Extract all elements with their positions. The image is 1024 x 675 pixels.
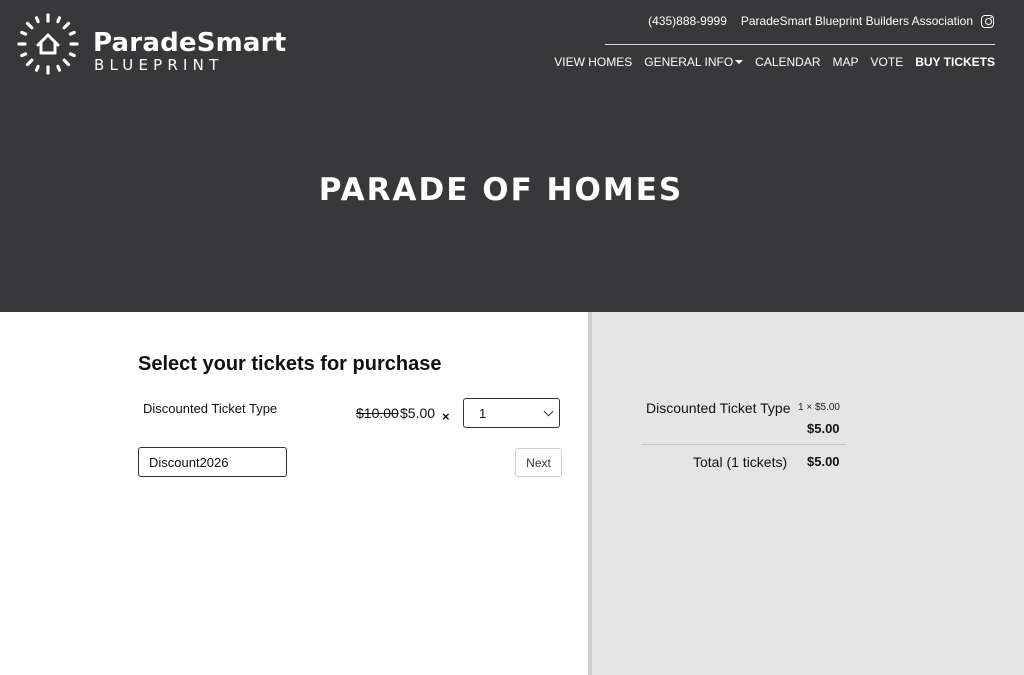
nav-general-info[interactable]: GENERAL INFO: [644, 55, 744, 69]
nav-buy-tickets[interactable]: BUY TICKETS: [915, 55, 995, 69]
top-contact-bar: (435)888-9999 ParadeSmart Blueprint Buil…: [648, 12, 994, 30]
summary-total-value: $5.00: [807, 454, 840, 469]
brand-logo[interactable]: ParadeSmart BLUEPRINT: [16, 12, 286, 76]
multiply-sign: ×: [442, 409, 450, 424]
header-divider: [605, 44, 995, 45]
nav-general-info-label: GENERAL INFO: [644, 55, 734, 69]
summary-item-name: Discounted Ticket Type: [646, 400, 791, 416]
house-sunburst-icon: [17, 13, 79, 75]
chevron-down-icon: [543, 406, 554, 417]
summary-line-total: $5.00: [807, 421, 840, 436]
association-link[interactable]: ParadeSmart Blueprint Builders Associati…: [741, 14, 973, 28]
site-header: ParadeSmart BLUEPRINT (435)888-9999 Para…: [0, 0, 1024, 312]
page-title: PARADE OF HOMES: [318, 172, 684, 208]
summary-total-label: Total (1 tickets): [693, 454, 788, 470]
nav-vote[interactable]: VOTE: [871, 55, 904, 69]
phone-link[interactable]: (435)888-9999: [648, 14, 727, 28]
discount-code-input[interactable]: [138, 447, 287, 477]
quantity-select[interactable]: 1: [463, 398, 560, 428]
original-price: $10.00: [356, 405, 399, 421]
nav-map[interactable]: MAP: [833, 55, 859, 69]
main-nav: VIEW HOMES GENERAL INFO CALENDAR MAP VOT…: [554, 54, 995, 70]
nav-view-homes[interactable]: VIEW HOMES: [554, 55, 632, 69]
ticket-type-name: Discounted Ticket Type: [143, 401, 278, 416]
quantity-value: 1: [479, 406, 487, 421]
nav-calendar[interactable]: CALENDAR: [755, 55, 820, 69]
caret-down-icon: [735, 60, 744, 64]
summary-item-unit: 1 × $5.00: [798, 402, 840, 413]
next-button[interactable]: Next: [515, 448, 562, 477]
summary-divider: [641, 444, 846, 445]
order-summary-panel: [592, 312, 1024, 675]
brand-name: ParadeSmart: [93, 28, 287, 58]
discounted-price: $5.00: [400, 405, 436, 421]
ticket-selection-title: Select your tickets for purchase: [138, 353, 442, 375]
instagram-icon[interactable]: [981, 14, 994, 28]
brand-subtitle: BLUEPRINT: [94, 56, 224, 74]
